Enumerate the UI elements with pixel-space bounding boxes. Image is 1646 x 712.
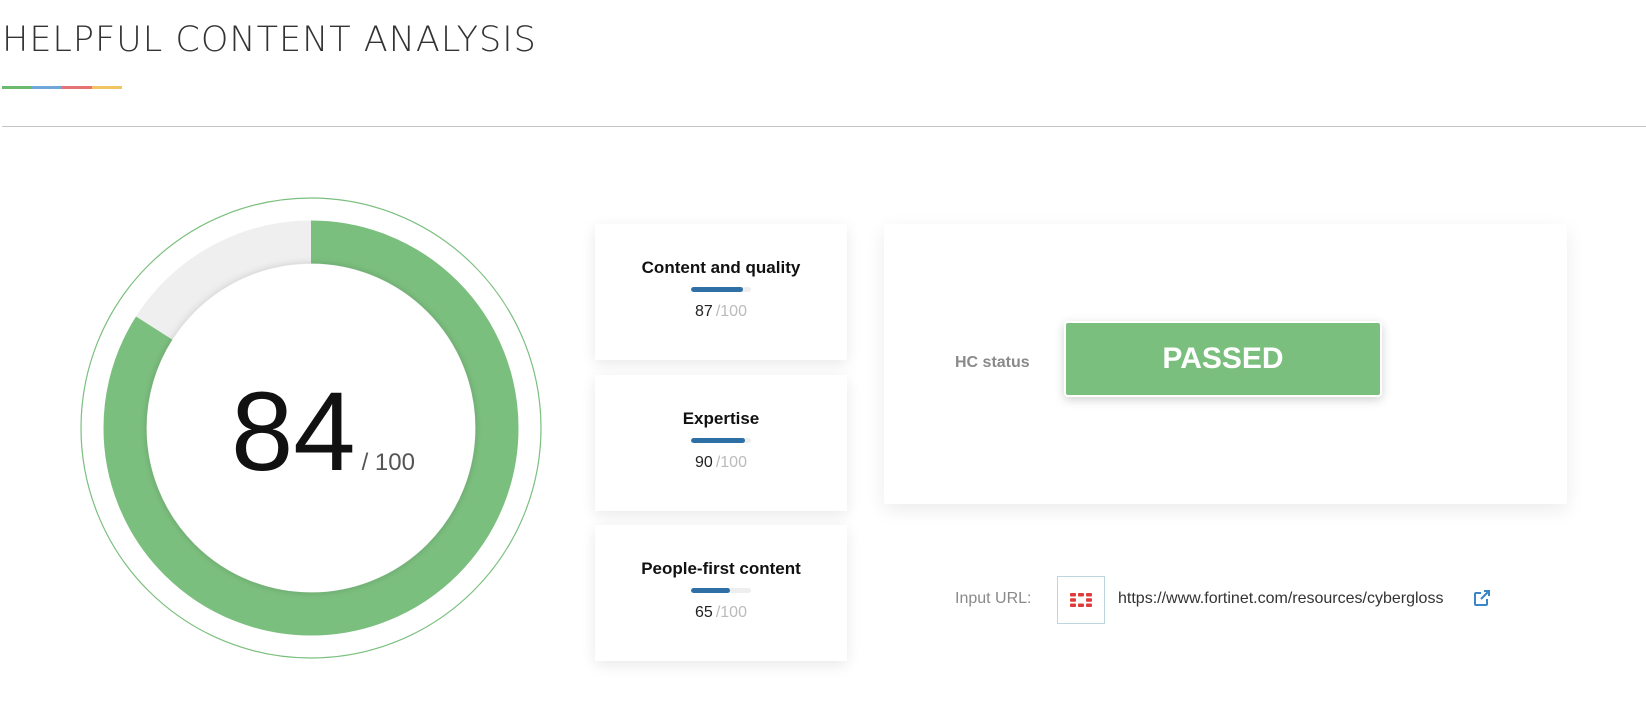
score-display: 84 / 100 bbox=[231, 376, 415, 488]
page-title: HELPFUL CONTENT ANALYSIS bbox=[2, 20, 537, 60]
input-url-label: Input URL: bbox=[955, 590, 1032, 607]
underline-segment-blue bbox=[32, 86, 62, 89]
underline-segment-green bbox=[2, 86, 32, 89]
external-link-icon[interactable] bbox=[1473, 589, 1491, 607]
metric-progress-fill bbox=[691, 287, 744, 292]
metric-value: 90 bbox=[695, 454, 713, 471]
hc-status-label: HC status bbox=[955, 354, 1030, 371]
gauge-center: 84 / 100 bbox=[80, 197, 542, 659]
metric-value: 87 bbox=[695, 303, 713, 320]
metric-card-content-quality: Content and quality 87/100 bbox=[595, 224, 847, 360]
metric-progress-bar bbox=[691, 438, 751, 443]
underline-segment-yellow bbox=[92, 86, 122, 89]
metric-card-expertise: Expertise 90/100 bbox=[595, 375, 847, 511]
metric-title: Content and quality bbox=[641, 258, 801, 277]
metric-value: 65 bbox=[695, 604, 713, 621]
metric-max: /100 bbox=[715, 303, 747, 320]
metric-max: /100 bbox=[715, 454, 747, 471]
input-url-text: https://www.fortinet.com/resources/cyber… bbox=[1118, 590, 1444, 607]
helpful-content-analysis-page: HELPFUL CONTENT ANALYSIS 84 / 100 Conten… bbox=[0, 0, 1646, 712]
metric-max: /100 bbox=[715, 604, 747, 621]
header-divider bbox=[2, 126, 1646, 127]
metric-title: People-first content bbox=[641, 559, 801, 578]
score-gauge: 84 / 100 bbox=[80, 197, 542, 659]
metric-title: Expertise bbox=[682, 409, 760, 428]
fortinet-logo-icon bbox=[1057, 576, 1105, 624]
metric-progress-bar bbox=[691, 588, 751, 593]
underline-segment-red bbox=[62, 86, 92, 89]
score-value: 84 bbox=[231, 369, 356, 494]
score-max: / 100 bbox=[361, 449, 415, 476]
metric-progress-bar bbox=[691, 287, 751, 292]
metric-score: 87/100 bbox=[595, 303, 847, 321]
metric-card-people-first: People-first content 65/100 bbox=[595, 525, 847, 661]
title-underline bbox=[2, 86, 122, 89]
metric-score: 65/100 bbox=[595, 604, 847, 622]
metric-progress-fill bbox=[691, 588, 730, 593]
hc-status-panel: HC status PASSED bbox=[884, 224, 1567, 504]
metric-progress-fill bbox=[691, 438, 745, 443]
metric-score: 90/100 bbox=[595, 454, 847, 472]
hc-status-badge: PASSED bbox=[1064, 321, 1382, 397]
